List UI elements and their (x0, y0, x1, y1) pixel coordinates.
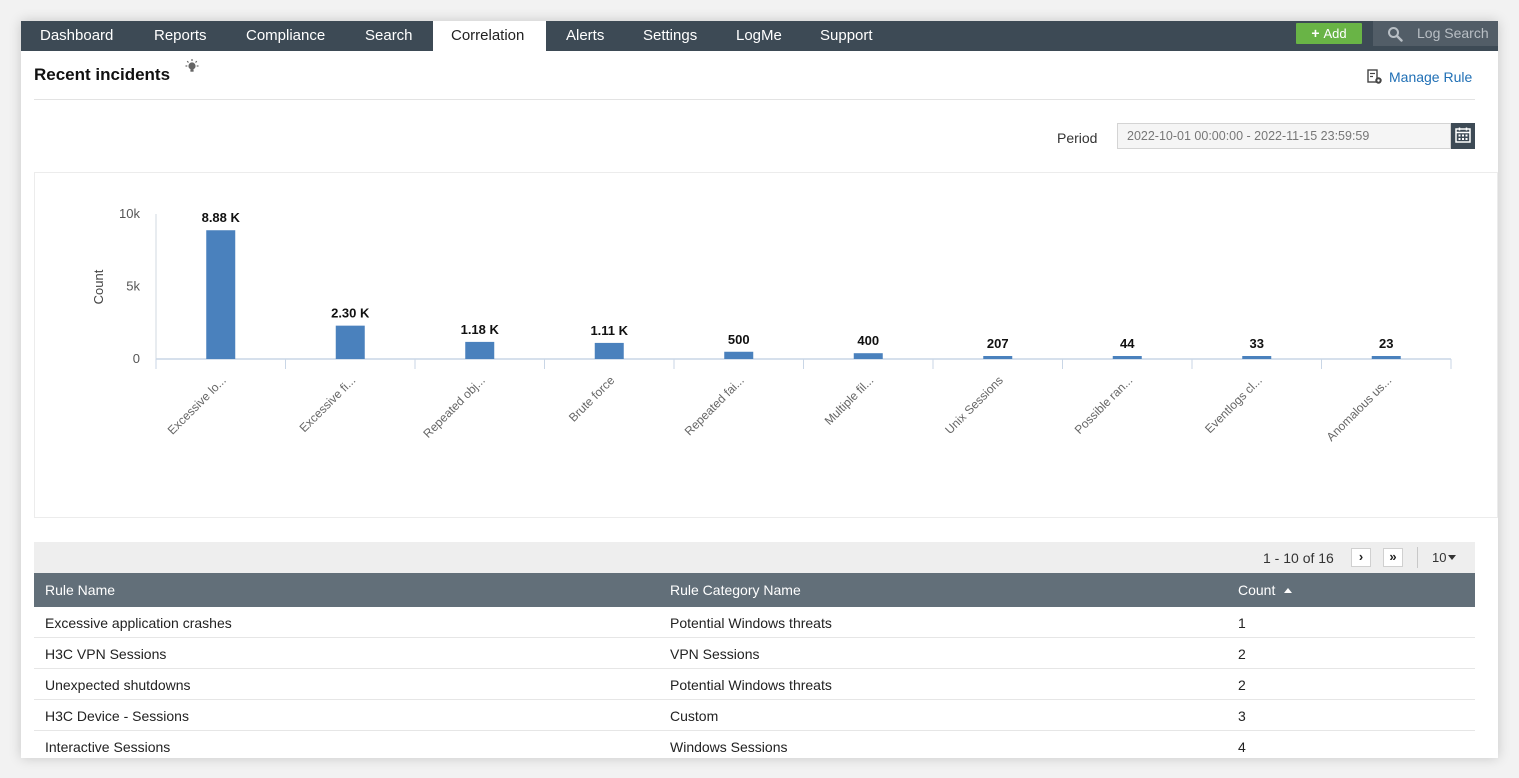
pager-range: 1 - 10 of 16 (1263, 550, 1334, 566)
rule-category-cell: VPN Sessions (670, 646, 760, 662)
bar-data-label: 23 (1379, 336, 1393, 351)
x-category-label: Eventlogs cl... (1202, 373, 1265, 436)
y-axis-label: Count (91, 269, 106, 304)
rule-name-cell: H3C VPN Sessions (45, 646, 167, 662)
count-cell: 3 (1238, 708, 1246, 724)
chart-bar (853, 353, 883, 359)
rule-category-cell: Custom (670, 708, 719, 724)
bar-data-label: 207 (987, 336, 1009, 351)
chart-bar (724, 351, 754, 359)
rule-category-cell: Windows Sessions (670, 739, 788, 755)
manage-rule-link[interactable]: Manage Rule (1367, 69, 1472, 85)
bar-data-label: 400 (857, 333, 879, 348)
incident-chart: 0 5k 10k Count 8.88 K Excessive lo... 2.30 K Ex… (34, 172, 1498, 518)
bar-data-label: 8.88 K (202, 210, 241, 225)
bar-data-label: 500 (728, 332, 750, 347)
column-rule-category[interactable]: Rule Category Name (670, 582, 801, 598)
y-tick-label: 10k (119, 206, 140, 221)
top-nav: Dashboard Reports Compliance Search Corr… (21, 21, 1498, 51)
chart-bar (206, 230, 236, 359)
table-row[interactable]: H3C Device - Sessions Custom 3 (34, 700, 1475, 731)
bar-data-label: 33 (1250, 336, 1264, 351)
column-count[interactable]: Count (1238, 582, 1293, 598)
page-size-value: 10 (1432, 550, 1447, 565)
count-cell: 1 (1238, 615, 1246, 631)
rule-category-cell: Potential Windows threats (670, 615, 832, 631)
app-window: Dashboard Reports Compliance Search Corr… (21, 21, 1498, 758)
chart-bar (983, 355, 1013, 359)
period-input[interactable]: 2022-10-01 00:00:00 - 2022-11-15 23:59:5… (1117, 123, 1451, 149)
tab-search[interactable]: Search (347, 21, 431, 51)
tab-correlation[interactable]: Correlation (433, 21, 546, 51)
x-category-label: Brute force (566, 373, 618, 425)
calendar-icon (1455, 127, 1471, 143)
tab-alerts[interactable]: Alerts (548, 21, 622, 51)
pager-divider (1417, 547, 1418, 568)
plus-icon: + (1311, 25, 1320, 41)
tab-reports[interactable]: Reports (136, 21, 225, 51)
add-button[interactable]: + Add (1296, 23, 1362, 44)
search-icon (1388, 27, 1403, 42)
table-row[interactable]: Excessive application crashes Potential … (34, 607, 1475, 638)
count-cell: 4 (1238, 739, 1246, 755)
column-count-label: Count (1238, 582, 1276, 598)
period-label: Period (1057, 130, 1098, 146)
bar-data-label: 2.30 K (331, 306, 370, 321)
log-search-placeholder: Log Search (1417, 25, 1489, 41)
y-tick-label: 0 (133, 351, 140, 366)
chevron-down-icon (1448, 555, 1457, 560)
chart-bar (1112, 356, 1142, 359)
x-category-label: Repeated fai... (682, 373, 747, 438)
tab-settings[interactable]: Settings (625, 21, 715, 51)
chart-bar (335, 325, 365, 359)
table-row[interactable]: Interactive Sessions Windows Sessions 4 (34, 731, 1475, 758)
x-category-label: Anomalous us... (1324, 373, 1395, 444)
count-cell: 2 (1238, 646, 1246, 662)
x-category-label: Excessive lo... (165, 373, 229, 437)
x-category-label: Possible ran... (1072, 373, 1136, 437)
column-rule-name[interactable]: Rule Name (45, 582, 115, 598)
tab-compliance[interactable]: Compliance (228, 21, 343, 51)
rule-name-cell: H3C Device - Sessions (45, 708, 189, 724)
tab-dashboard[interactable]: Dashboard (22, 21, 131, 51)
page-size-select[interactable]: 10 (1432, 550, 1457, 565)
page-title: Recent incidents (34, 65, 171, 84)
table-row[interactable]: H3C VPN Sessions VPN Sessions 2 (34, 638, 1475, 669)
chart-bar (1242, 356, 1272, 359)
sort-asc-icon[interactable] (1284, 588, 1293, 593)
chart-bar (465, 341, 495, 359)
rule-name-cell: Interactive Sessions (45, 739, 171, 755)
table-pager: 1 - 10 of 16 › » 10 (34, 542, 1475, 573)
rule-category-cell: Potential Windows threats (670, 677, 832, 693)
rule-name-cell: Excessive application crashes (45, 615, 232, 631)
lightbulb-icon[interactable] (183, 58, 201, 76)
bar-chart: 0 5k 10k Count 8.88 K Excessive lo... 2.30 K Ex… (91, 206, 1452, 444)
chart-bar (594, 342, 624, 359)
tab-logme[interactable]: LogMe (718, 21, 800, 51)
table-header: Rule Name Rule Category Name Count (34, 573, 1475, 607)
header-divider (34, 99, 1475, 100)
next-page-button[interactable]: › (1351, 548, 1371, 567)
calendar-button[interactable] (1451, 123, 1475, 149)
count-cell: 2 (1238, 677, 1246, 693)
x-category-label: Repeated obj... (420, 373, 487, 440)
x-category-label: Excessive fi... (297, 373, 359, 435)
table-row[interactable]: Unexpected shutdowns Potential Windows t… (34, 669, 1475, 700)
bar-data-label: 1.11 K (590, 323, 628, 338)
bar-data-label: 44 (1120, 336, 1135, 351)
chart-bar (1371, 356, 1401, 359)
bar-data-label: 1.18 K (461, 322, 500, 337)
x-category-label: Multiple fil... (822, 373, 877, 428)
last-page-button[interactable]: » (1383, 548, 1403, 567)
manage-rule-icon (1367, 69, 1382, 84)
log-search-input[interactable]: Log Search (1373, 21, 1498, 46)
y-tick-label: 5k (126, 279, 140, 294)
x-category-label: Unix Sessions (942, 373, 1006, 437)
tab-support[interactable]: Support (802, 21, 891, 51)
manage-rule-label: Manage Rule (1389, 69, 1473, 85)
rule-name-cell: Unexpected shutdowns (45, 677, 191, 693)
add-button-label: Add (1323, 26, 1347, 41)
